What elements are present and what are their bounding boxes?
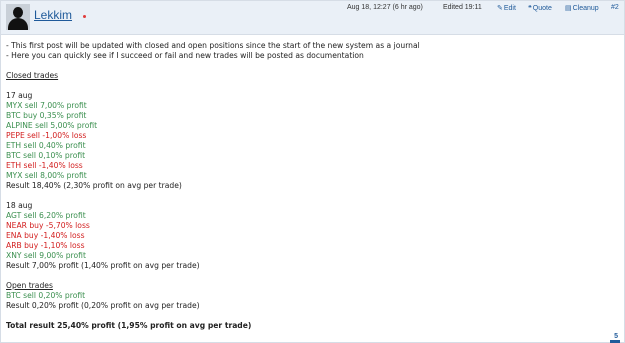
pencil-icon: ✎: [497, 5, 503, 12]
trade-line: MYX sell 8,00% profit: [6, 171, 87, 180]
day-date: 18 aug: [6, 201, 33, 210]
intro-line: - Here you can quickly see if I succeed …: [6, 51, 364, 60]
trade-line: ARB buy -1,10% loss: [6, 241, 85, 250]
like-count[interactable]: 5: [614, 333, 618, 340]
edited-label: Edited 19:11: [443, 4, 482, 11]
trade-line: ENA buy -1,40% loss: [6, 231, 85, 240]
quote-button[interactable]: ❝Quote: [528, 4, 552, 12]
cleanup-icon: ▤: [565, 5, 572, 12]
trade-line: BTC sell 0,20% profit: [6, 291, 86, 300]
trade-line: ETH sell 0,40% profit: [6, 141, 86, 150]
total-result: Total result 25,40% profit (1,95% profit…: [6, 321, 252, 330]
trade-line: BTC buy 0,35% profit: [6, 111, 87, 120]
trade-line: MYX sell 7,00% profit: [6, 101, 87, 110]
cleanup-button[interactable]: ▤Cleanup: [565, 4, 599, 12]
status-dot-icon: [83, 15, 86, 18]
post-header: Lekkim Aug 18, 12:27 (6 hr ago) Edited 1…: [1, 1, 624, 35]
intro-line: - This first post will be updated with c…: [6, 41, 420, 50]
trade-line: AGT sell 6,20% profit: [6, 211, 86, 220]
quote-icon: ❝: [528, 5, 532, 12]
avatar[interactable]: [6, 4, 30, 30]
trade-line: XNY sell 9,00% profit: [6, 251, 86, 260]
day-date: 17 aug: [6, 91, 33, 100]
forum-post: Lekkim Aug 18, 12:27 (6 hr ago) Edited 1…: [0, 0, 625, 343]
trade-line: ETH sell -1,40% loss: [6, 161, 83, 170]
open-trades-result: Result 0,20% profit (0,20% profit on avg…: [6, 301, 200, 310]
post-number-link[interactable]: #2: [611, 4, 619, 11]
username-link[interactable]: Lekkim: [34, 8, 72, 22]
trade-line: BTC sell 0,10% profit: [6, 151, 86, 160]
day-result: Result 7,00% profit (1,40% profit on avg…: [6, 261, 200, 270]
post-body: - This first post will be updated with c…: [6, 41, 618, 331]
trade-line: NEAR buy -5,70% loss: [6, 221, 90, 230]
closed-trades-heading: Closed trades: [6, 71, 59, 80]
post-timestamp: Aug 18, 12:27 (6 hr ago): [347, 4, 423, 11]
day-result: Result 18,40% (2,30% profit on avg per t…: [6, 181, 182, 190]
trade-line: ALPINE sell 5,00% profit: [6, 121, 98, 130]
edit-button[interactable]: ✎Edit: [497, 4, 516, 12]
trade-line: PEPE sell -1,00% loss: [6, 131, 87, 140]
open-trades-heading: Open trades: [6, 281, 53, 290]
avatar-silhouette-icon: [13, 7, 23, 18]
